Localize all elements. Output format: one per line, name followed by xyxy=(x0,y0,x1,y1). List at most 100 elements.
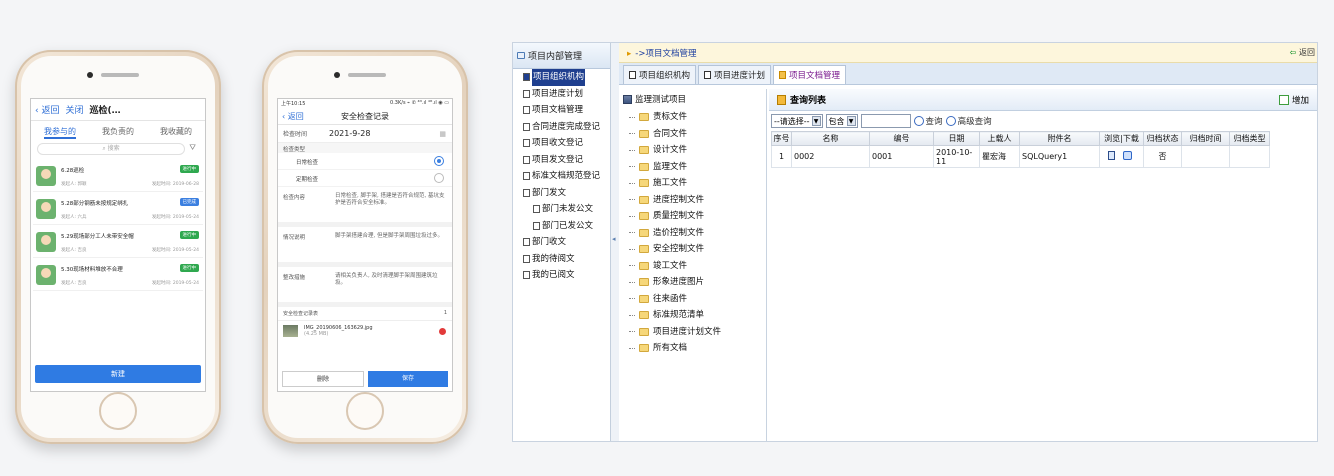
table-row[interactable]: 1 0002 0001 2010-10-11 瞿宏海 SQLQuery1 否 xyxy=(771,145,1270,168)
document-table: 序号 名称 编号 日期 上载人 附件名 浏览|下载 归档状态 归档时间 归档类型 1 0002 000… xyxy=(771,131,1270,168)
operator-select[interactable]: 包含 ▼ xyxy=(825,114,858,128)
back-button[interactable]: ‹ 返回 xyxy=(35,103,59,116)
calendar-icon[interactable]: ▦ xyxy=(439,130,446,138)
status-time: 上午10:15 xyxy=(281,101,306,107)
situation-field[interactable]: 情况说明 脚手架搭建合理, 但是脚手架周围垃圾过多。 xyxy=(278,227,452,267)
advanced-search-button[interactable]: 高级查询 xyxy=(945,115,992,127)
left-nav-item[interactable]: 部门未发公文 xyxy=(513,201,610,218)
column-header[interactable]: 上载人 xyxy=(979,131,1020,146)
tree-root[interactable]: 监理测试项目 xyxy=(619,89,766,109)
breadcrumb-text[interactable]: ->项目文档管理 xyxy=(635,49,696,59)
left-nav-header[interactable]: 项目内部管理 xyxy=(513,43,610,69)
tab-participated[interactable]: 我参与的 xyxy=(44,126,76,139)
filter-icon[interactable]: ⛛ xyxy=(189,143,196,153)
search-input[interactable]: ⌕ 搜索 ⛛ xyxy=(37,143,196,155)
cell-name[interactable]: 0002 xyxy=(791,145,870,168)
tree-item[interactable]: 造价控制文件 xyxy=(619,225,766,242)
folder-icon xyxy=(639,278,649,287)
tree-item[interactable]: 设计文件 xyxy=(619,142,766,159)
rectify-field[interactable]: 整改措施 请相关负责人, 及时清理脚手架周围建筑垃圾。 xyxy=(278,267,452,307)
left-nav-item[interactable]: 部门收文 xyxy=(513,234,610,251)
column-header[interactable]: 日期 xyxy=(933,131,980,146)
left-nav-item[interactable]: 部门已发公文 xyxy=(513,218,610,235)
left-nav-item[interactable]: 我的待阅文 xyxy=(513,251,610,268)
left-nav-item[interactable]: 标准文档规范登记 xyxy=(513,168,610,185)
left-nav-item[interactable]: 项目收文登记 xyxy=(513,135,610,152)
back-button[interactable]: ‹ 返回 xyxy=(282,111,304,122)
image-thumbnail xyxy=(283,325,298,337)
tree-item[interactable]: 所有文档 xyxy=(619,340,766,357)
check-content-field[interactable]: 检查内容 日常检查, 脚手架, 搭建是否符合规范, 基坑支护是否符合安全标准。 xyxy=(278,187,452,227)
field-select[interactable]: --请选择-- ▼ xyxy=(771,114,823,128)
radio-selected[interactable] xyxy=(434,156,444,166)
option-periodic[interactable]: 定期检查 xyxy=(278,170,452,187)
cell-archive-time xyxy=(1181,145,1230,168)
left-nav-item-label: 项目文档管理 xyxy=(532,105,584,115)
tree-item[interactable]: 质量控制文件 xyxy=(619,208,766,225)
cell-code[interactable]: 0001 xyxy=(869,145,934,168)
collapse-arrow-icon[interactable]: ◂ xyxy=(612,235,616,243)
search-input[interactable] xyxy=(860,114,911,128)
left-nav-item-label: 项目发文登记 xyxy=(532,154,584,165)
tree-item[interactable]: 施工文件 xyxy=(619,175,766,192)
tree-item[interactable]: 项目进度计划文件 xyxy=(619,324,766,341)
chevron-down-icon[interactable]: ▼ xyxy=(846,116,856,126)
list-item[interactable]: 5.29现场部分工人未带安全帽 发起人: 吉良 发起时间: 2019-05-24… xyxy=(33,225,203,258)
tree-item[interactable]: 合同文件 xyxy=(619,126,766,143)
tree-item[interactable]: 标准规范清单 xyxy=(619,307,766,324)
remove-icon[interactable] xyxy=(439,328,446,335)
tree-item[interactable]: 责标文件 xyxy=(619,109,766,126)
cell-no: 1 xyxy=(771,145,792,168)
tree-item[interactable]: 监理文件 xyxy=(619,159,766,176)
column-header[interactable]: 序号 xyxy=(771,131,792,146)
left-nav-item[interactable]: 合同进度完成登记 xyxy=(513,119,610,136)
view-icon[interactable] xyxy=(1108,151,1115,160)
column-header[interactable]: 归档时间 xyxy=(1181,131,1230,146)
left-nav-item[interactable]: 部门发文 xyxy=(513,185,610,202)
list-item[interactable]: 5.28部分钢筋未按规定绑扎 发起人: 六兵 发起时间: 2019-05-24 … xyxy=(33,192,203,225)
column-header[interactable]: 编号 xyxy=(869,131,934,146)
list-item[interactable]: 5.30现场材料堆放不合理 发起人: 吉良 发起时间: 2019-05-24 进… xyxy=(33,258,203,291)
option-daily[interactable]: 日常检查 xyxy=(278,153,452,170)
tree-item[interactable]: 安全控制文件 xyxy=(619,241,766,258)
radio-unselected[interactable] xyxy=(434,173,444,183)
left-nav-item[interactable]: 项目组织机构 xyxy=(513,69,610,86)
attachment-file[interactable]: IMG_20190606_163629.jpg (4.25 MB) xyxy=(278,321,452,343)
download-icon[interactable] xyxy=(1123,151,1132,160)
chevron-down-icon[interactable]: ▼ xyxy=(811,116,821,126)
tab-schedule[interactable]: 项目进度计划 xyxy=(698,65,772,84)
cell-actions[interactable] xyxy=(1099,145,1144,168)
tab-documents[interactable]: 项目文档管理 xyxy=(773,65,847,84)
tab-org[interactable]: 项目组织机构 xyxy=(623,65,697,84)
tree-item[interactable]: 形象进度图片 xyxy=(619,274,766,291)
left-nav-item[interactable]: 我的已阅文 xyxy=(513,267,610,284)
left-nav-item[interactable]: 项目发文登记 xyxy=(513,152,610,169)
left-nav-item[interactable]: 项目进度计划 xyxy=(513,86,610,103)
search-button[interactable]: 查询 xyxy=(913,115,943,127)
column-header[interactable]: 附件名 xyxy=(1019,131,1100,146)
new-button[interactable]: 新建 xyxy=(35,365,201,383)
list-item[interactable]: 6.28巡检 发起人: 郭颖 发起时间: 2019-06-28 进行中 xyxy=(33,159,203,192)
tab-label: 项目组织机构 xyxy=(639,71,691,81)
column-header[interactable]: 浏览|下载 xyxy=(1099,131,1144,146)
column-header[interactable]: 归档类型 xyxy=(1229,131,1270,146)
close-button[interactable]: 关闭 xyxy=(65,103,83,116)
column-header[interactable]: 归档状态 xyxy=(1143,131,1182,146)
save-button[interactable]: 保存 xyxy=(368,371,448,387)
breadcrumb: ▸ ->项目文档管理 ⇦ 返回 xyxy=(619,43,1317,63)
tab-favorited[interactable]: 我收藏的 xyxy=(160,126,192,139)
cell-attachment: SQLQuery1 xyxy=(1019,145,1100,168)
tab-responsible[interactable]: 我负责的 xyxy=(102,126,134,139)
delete-button[interactable]: 删除 xyxy=(282,371,364,387)
tree-item[interactable]: 进度控制文件 xyxy=(619,192,766,209)
column-header[interactable]: 名称 xyxy=(791,131,870,146)
item-date: 发起时间: 2019-06-28 xyxy=(151,182,199,187)
check-time-row[interactable]: 检查时间 2021-9-28 ▦ xyxy=(278,125,452,143)
back-button[interactable]: ⇦ 返回 xyxy=(1290,47,1315,58)
left-nav-item[interactable]: 项目文档管理 xyxy=(513,102,610,119)
tree-item[interactable]: 往来函件 xyxy=(619,291,766,308)
tree-item-label: 安全控制文件 xyxy=(653,244,705,254)
tree-item[interactable]: 竣工文件 xyxy=(619,258,766,275)
add-button[interactable]: 增加 xyxy=(1278,94,1309,106)
pane-splitter[interactable]: ◂ xyxy=(611,43,619,441)
